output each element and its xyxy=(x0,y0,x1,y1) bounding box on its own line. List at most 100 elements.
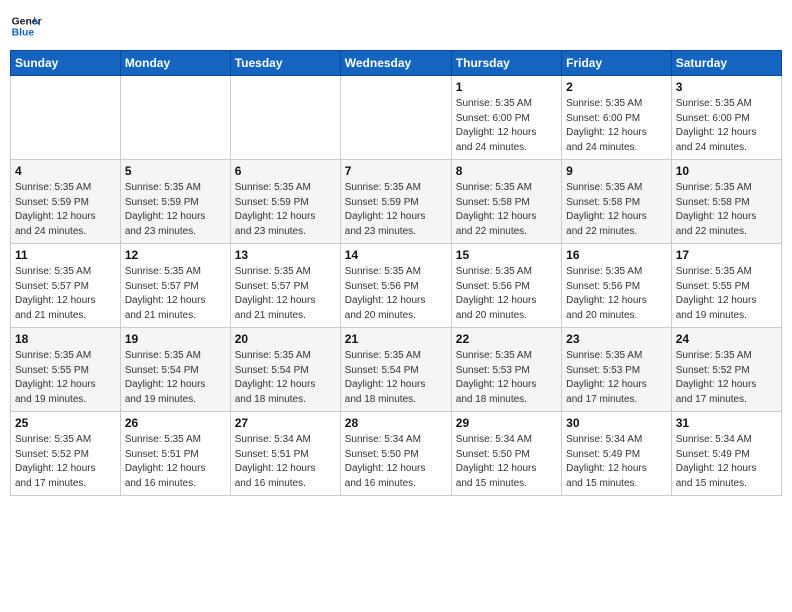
calendar-cell xyxy=(120,76,230,160)
day-number: 6 xyxy=(235,164,336,178)
calendar-cell: 17Sunrise: 5:35 AM Sunset: 5:55 PM Dayli… xyxy=(671,244,781,328)
calendar-cell: 3Sunrise: 5:35 AM Sunset: 6:00 PM Daylig… xyxy=(671,76,781,160)
day-number: 1 xyxy=(456,80,557,94)
calendar-cell: 21 Sunrise: 5:35 AM Sunset: 5:54 PM Dayli… xyxy=(340,328,451,412)
day-number: 23 xyxy=(566,332,667,346)
day-info: Sunrise: 5:35 AM Sunset: 5:58 PM Dayligh… xyxy=(566,181,667,239)
day-number: 29 xyxy=(456,416,557,430)
day-info: Sunrise: 5:34 AM Sunset: 5:50 PM Dayligh… xyxy=(456,433,557,491)
calendar-cell: 9 Sunrise: 5:35 AM Sunset: 5:58 PM Daylig… xyxy=(562,160,672,244)
day-info: Sunrise: 5:35 AM Sunset: 5:55 PM Dayligh… xyxy=(15,349,116,407)
page-header: General Blue xyxy=(10,10,782,42)
day-info: Sunrise: 5:35 AM Sunset: 5:59 PM Dayligh… xyxy=(345,181,447,239)
day-number: 24 xyxy=(676,332,777,346)
calendar-cell: 22 Sunrise: 5:35 AM Sunset: 5:53 PM Dayli… xyxy=(451,328,561,412)
calendar-cell: 4Sunrise: 5:35 AM Sunset: 5:59 PM Daylig… xyxy=(11,160,121,244)
day-number: 8 xyxy=(456,164,557,178)
calendar-table: SundayMondayTuesdayWednesdayThursdayFrid… xyxy=(10,50,782,496)
calendar-cell: 11 Sunrise: 5:35 AM Sunset: 5:57 PM Dayli… xyxy=(11,244,121,328)
day-number: 25 xyxy=(15,416,116,430)
day-info: Sunrise: 5:34 AM Sunset: 5:49 PM Dayligh… xyxy=(676,433,777,491)
day-number: 21 xyxy=(345,332,447,346)
calendar-cell: 6 Sunrise: 5:35 AM Sunset: 5:59 PM Daylig… xyxy=(230,160,340,244)
logo-icon: General Blue xyxy=(10,10,42,42)
day-info: Sunrise: 5:35 AM Sunset: 5:56 PM Dayligh… xyxy=(345,265,447,323)
day-info: Sunrise: 5:35 AM Sunset: 5:54 PM Dayligh… xyxy=(345,349,447,407)
day-info: Sunrise: 5:35 AM Sunset: 5:57 PM Dayligh… xyxy=(235,265,336,323)
day-number: 15 xyxy=(456,248,557,262)
day-info: Sunrise: 5:35 AM Sunset: 5:54 PM Dayligh… xyxy=(235,349,336,407)
day-info: Sunrise: 5:35 AM Sunset: 6:00 PM Dayligh… xyxy=(456,97,557,155)
day-info: Sunrise: 5:35 AM Sunset: 5:52 PM Dayligh… xyxy=(15,433,116,491)
calendar-cell: 10 Sunrise: 5:35 AM Sunset: 5:58 PM Dayli… xyxy=(671,160,781,244)
day-number: 16 xyxy=(566,248,667,262)
weekday-header-thursday: Thursday xyxy=(451,51,561,76)
day-number: 7 xyxy=(345,164,447,178)
day-number: 5 xyxy=(125,164,226,178)
day-number: 10 xyxy=(676,164,777,178)
day-info: Sunrise: 5:35 AM Sunset: 5:53 PM Dayligh… xyxy=(566,349,667,407)
day-info: Sunrise: 5:35 AM Sunset: 5:59 PM Dayligh… xyxy=(235,181,336,239)
day-info: Sunrise: 5:35 AM Sunset: 5:57 PM Dayligh… xyxy=(125,265,226,323)
day-info: Sunrise: 5:35 AM Sunset: 5:56 PM Dayligh… xyxy=(456,265,557,323)
calendar-cell: 28Sunrise: 5:34 AM Sunset: 5:50 PM Dayli… xyxy=(340,412,451,496)
calendar-cell: 1 Sunrise: 5:35 AM Sunset: 6:00 PM Daylig… xyxy=(451,76,561,160)
calendar-cell: 23 Sunrise: 5:35 AM Sunset: 5:53 PM Dayli… xyxy=(562,328,672,412)
calendar-cell: 7 Sunrise: 5:35 AM Sunset: 5:59 PM Daylig… xyxy=(340,160,451,244)
day-number: 30 xyxy=(566,416,667,430)
calendar-cell: 20Sunrise: 5:35 AM Sunset: 5:54 PM Dayli… xyxy=(230,328,340,412)
day-number: 19 xyxy=(125,332,226,346)
weekday-header-friday: Friday xyxy=(562,51,672,76)
day-number: 4 xyxy=(15,164,116,178)
day-number: 18 xyxy=(15,332,116,346)
calendar-cell xyxy=(340,76,451,160)
weekday-header-saturday: Saturday xyxy=(671,51,781,76)
calendar-cell: 16 Sunrise: 5:35 AM Sunset: 5:56 PM Dayli… xyxy=(562,244,672,328)
day-info: Sunrise: 5:34 AM Sunset: 5:51 PM Dayligh… xyxy=(235,433,336,491)
calendar-cell: 26 Sunrise: 5:35 AM Sunset: 5:51 PM Dayli… xyxy=(120,412,230,496)
day-number: 13 xyxy=(235,248,336,262)
calendar-cell: 19 Sunrise: 5:35 AM Sunset: 5:54 PM Dayli… xyxy=(120,328,230,412)
day-info: Sunrise: 5:35 AM Sunset: 5:57 PM Dayligh… xyxy=(15,265,116,323)
day-info: Sunrise: 5:35 AM Sunset: 5:58 PM Dayligh… xyxy=(676,181,777,239)
day-info: Sunrise: 5:35 AM Sunset: 6:00 PM Dayligh… xyxy=(566,97,667,155)
day-info: Sunrise: 5:35 AM Sunset: 5:51 PM Dayligh… xyxy=(125,433,226,491)
calendar-cell: 24 Sunrise: 5:35 AM Sunset: 5:52 PM Dayli… xyxy=(671,328,781,412)
calendar-cell: 30 Sunrise: 5:34 AM Sunset: 5:49 PM Dayli… xyxy=(562,412,672,496)
logo: General Blue xyxy=(10,10,42,42)
weekday-header-monday: Monday xyxy=(120,51,230,76)
calendar-cell: 14 Sunrise: 5:35 AM Sunset: 5:56 PM Dayli… xyxy=(340,244,451,328)
day-number: 22 xyxy=(456,332,557,346)
calendar-cell: 12 Sunrise: 5:35 AM Sunset: 5:57 PM Dayli… xyxy=(120,244,230,328)
weekday-header-sunday: Sunday xyxy=(11,51,121,76)
calendar-cell: 15 Sunrise: 5:35 AM Sunset: 5:56 PM Dayli… xyxy=(451,244,561,328)
weekday-header-wednesday: Wednesday xyxy=(340,51,451,76)
day-info: Sunrise: 5:35 AM Sunset: 5:55 PM Dayligh… xyxy=(676,265,777,323)
calendar-cell: 29 Sunrise: 5:34 AM Sunset: 5:50 PM Dayli… xyxy=(451,412,561,496)
day-number: 12 xyxy=(125,248,226,262)
calendar-cell: 31 Sunrise: 5:34 AM Sunset: 5:49 PM Dayli… xyxy=(671,412,781,496)
day-number: 9 xyxy=(566,164,667,178)
day-info: Sunrise: 5:35 AM Sunset: 5:58 PM Dayligh… xyxy=(456,181,557,239)
calendar-cell xyxy=(230,76,340,160)
day-number: 14 xyxy=(345,248,447,262)
day-number: 11 xyxy=(15,248,116,262)
calendar-cell: 25 Sunrise: 5:35 AM Sunset: 5:52 PM Dayli… xyxy=(11,412,121,496)
calendar-cell: 5 Sunrise: 5:35 AM Sunset: 5:59 PM Daylig… xyxy=(120,160,230,244)
calendar-cell xyxy=(11,76,121,160)
day-info: Sunrise: 5:34 AM Sunset: 5:49 PM Dayligh… xyxy=(566,433,667,491)
calendar-cell: 13 Sunrise: 5:35 AM Sunset: 5:57 PM Dayli… xyxy=(230,244,340,328)
day-number: 2 xyxy=(566,80,667,94)
day-info: Sunrise: 5:35 AM Sunset: 5:59 PM Dayligh… xyxy=(125,181,226,239)
day-info: Sunrise: 5:35 AM Sunset: 5:56 PM Dayligh… xyxy=(566,265,667,323)
day-info: Sunrise: 5:35 AM Sunset: 6:00 PM Dayligh… xyxy=(676,97,777,155)
calendar-cell: 2 Sunrise: 5:35 AM Sunset: 6:00 PM Daylig… xyxy=(562,76,672,160)
day-info: Sunrise: 5:35 AM Sunset: 5:53 PM Dayligh… xyxy=(456,349,557,407)
day-info: Sunrise: 5:35 AM Sunset: 5:52 PM Dayligh… xyxy=(676,349,777,407)
calendar-cell: 18 Sunrise: 5:35 AM Sunset: 5:55 PM Dayli… xyxy=(11,328,121,412)
day-info: Sunrise: 5:35 AM Sunset: 5:54 PM Dayligh… xyxy=(125,349,226,407)
day-info: Sunrise: 5:34 AM Sunset: 5:50 PM Dayligh… xyxy=(345,433,447,491)
day-number: 26 xyxy=(125,416,226,430)
day-number: 31 xyxy=(676,416,777,430)
calendar-cell: 8 Sunrise: 5:35 AM Sunset: 5:58 PM Daylig… xyxy=(451,160,561,244)
